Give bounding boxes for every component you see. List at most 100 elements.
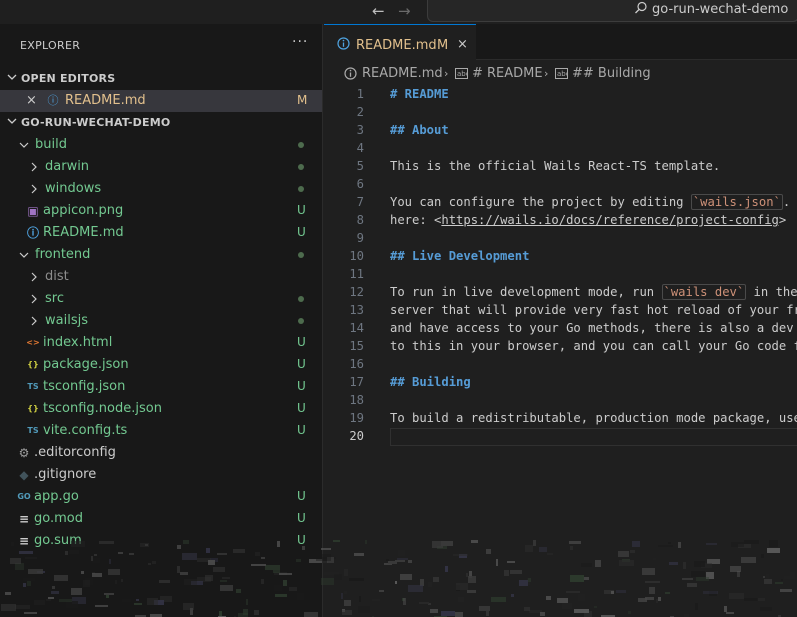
line-text: To run in live development mode, run `wa… [390,284,797,300]
item-label: package.json [43,357,129,372]
item-label: wailsjs [45,313,88,328]
code-line[interactable]: 1 # README [324,86,797,104]
code-line[interactable]: 19 To build a redistributable, production… [324,410,797,428]
code-line[interactable]: 3 ## About [324,122,797,140]
tab-readme[interactable]: README.md M × [324,24,476,60]
close-icon[interactable]: × [26,93,37,108]
svg-text:abc: abc [557,70,568,78]
file-item[interactable]: ◆ .gitignore [0,464,322,486]
command-center[interactable]: go-run-wechat-demo [427,0,797,22]
item-label: tsconfig.node.json [43,401,162,416]
file-tree: build darwin windows ▣ appicon.png Uⓘ README.m… [0,134,322,552]
line-text: ## Live Development [390,249,529,263]
breadcrumb-heading-1[interactable]: # README [472,66,543,81]
item-label: app.go [34,489,79,504]
line-number: 15 [349,339,364,353]
chevron-right-icon: › [544,67,549,80]
more-actions-icon[interactable]: ··· [292,34,308,50]
file-item[interactable]: ⓘ README.md U [0,222,322,244]
line-text: ## Building [390,375,471,389]
code-line[interactable]: 8 here: <https://wails.io/docs/reference/… [324,212,797,230]
code-line[interactable]: 17 ## Building [324,374,797,392]
file-item[interactable]: ≡ go.sum U [0,530,322,552]
search-icon [635,1,647,14]
file-name: README.md [65,93,146,108]
folder-item[interactable]: src [0,288,322,310]
project-section[interactable]: GO-RUN-WECHAT-DEMO [0,112,322,134]
code-line[interactable]: 7 You can configure the project by editin… [324,194,797,212]
folder-item[interactable]: windows [0,178,322,200]
item-label: index.html [43,335,113,350]
file-item[interactable]: ⚙ .editorconfig [0,442,322,464]
git-file-icon: ◆ [19,468,29,482]
code-line[interactable]: 18 [324,392,797,410]
text-run: to this in your browser, and you can cal… [390,339,797,353]
item-label: src [45,291,64,306]
open-editor-item[interactable]: × ⓘ README.md M [0,90,322,112]
code-line[interactable]: 10 ## Live Development [324,248,797,266]
code-line[interactable]: 12 To run in live development mode, run `… [324,284,797,302]
go-file-icon: GO [17,492,31,501]
arrow-right-icon[interactable]: → [398,2,411,20]
code-line[interactable]: 4 [324,140,797,158]
info-icon: ⓘ [26,226,39,240]
line-number: 4 [356,141,364,155]
file-item[interactable]: TS tsconfig.json U [0,376,322,398]
code-line[interactable]: 9 [324,230,797,248]
code-line[interactable]: 15 to this in your browser, and you can c… [324,338,797,356]
close-icon[interactable]: × [457,37,468,52]
code-line[interactable]: 2 [324,104,797,122]
code-line[interactable]: 20 [324,428,797,446]
editor-area: README.md M × README.md › abc # README ›… [324,24,797,617]
chevron-down-icon [19,142,29,148]
folder-item[interactable]: darwin [0,156,322,178]
open-editors-section[interactable]: OPEN EDITORS [0,68,322,90]
folder-item[interactable]: dist [0,266,322,288]
folder-item[interactable]: wailsjs [0,310,322,332]
file-item[interactable]: {} tsconfig.node.json U [0,398,322,420]
text-run: here: < [390,213,442,227]
text-run: To build a redistributable, production m… [390,411,797,425]
line-number: 5 [356,159,364,173]
code-line[interactable]: 11 [324,266,797,284]
line-text: to this in your browser, and you can cal… [390,339,797,353]
image-file-icon: ▣ [27,204,39,218]
explorer-title: EXPLORER [20,39,81,52]
file-item[interactable]: GO app.go U [0,486,322,508]
code-line[interactable]: 13 server that will provide very fast hot… [324,302,797,320]
line-number: 20 [349,429,364,443]
arrow-left-icon[interactable]: ← [372,2,385,20]
file-item[interactable]: TS vite.config.ts U [0,420,322,442]
code-line[interactable]: 16 [324,356,797,374]
line-number: 17 [349,375,364,389]
git-status-badge: M [297,93,308,107]
html-file-icon: <> [26,338,40,347]
code-line[interactable]: 6 [324,176,797,194]
item-label: build [35,137,67,152]
code-editor[interactable]: 1 # README 2 3 ## About 4 5 This is the officia… [324,86,797,446]
line-number: 11 [349,267,364,281]
git-status-dot [298,164,304,170]
typescript-file-icon: TS [27,426,39,435]
breadcrumb-heading-2[interactable]: ## Building [572,66,651,81]
file-item[interactable]: ≡ go.mod U [0,508,322,530]
line-number: 1 [356,87,364,101]
tab-bar: README.md M × [324,24,797,60]
chevron-right-icon [31,272,37,282]
code-line[interactable]: 14 and have access to your Go methods, th… [324,320,797,338]
markdown-link: https://wails.io/docs/reference/project-… [441,213,779,227]
file-item[interactable]: {} package.json U [0,354,322,376]
folder-item[interactable]: build [0,134,322,156]
file-item[interactable]: <> index.html U [0,332,322,354]
line-number: 2 [356,105,364,119]
item-label: appicon.png [43,203,124,218]
text-run: > [778,213,787,227]
file-item[interactable]: ▣ appicon.png U [0,200,322,222]
folder-item[interactable]: frontend [0,244,322,266]
breadcrumb-file[interactable]: README.md [362,66,443,81]
info-icon [344,67,357,80]
chevron-right-icon [31,162,37,172]
line-text: To build a redistributable, production m… [390,411,797,425]
line-text: and have access to your Go methods, ther… [390,321,797,335]
code-line[interactable]: 5 This is the official Wails React-TS tem… [324,158,797,176]
